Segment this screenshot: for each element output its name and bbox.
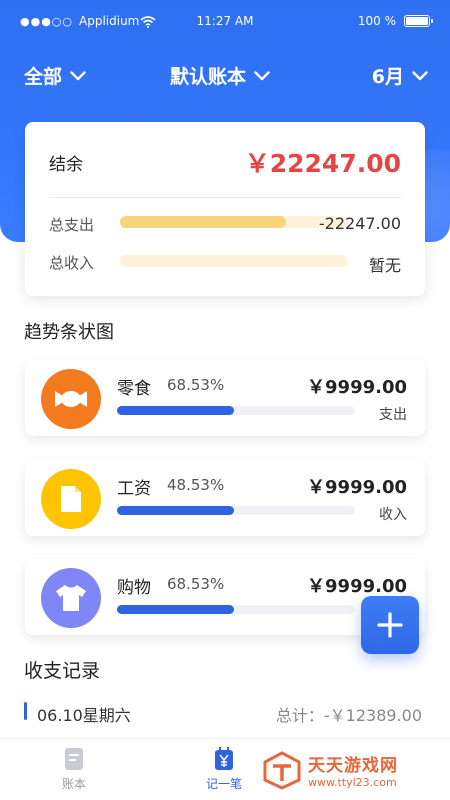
chevron-down-icon [412,70,428,80]
tab-ledger-label: 账本 [61,777,86,791]
category-filter-dropdown[interactable]: 全部 [24,62,86,89]
chevron-down-icon [70,70,86,80]
tab-ledger[interactable]: 账本 [34,747,114,792]
divider [49,197,401,198]
category-progress-fill [117,506,234,515]
total-income-label: 总收入 [49,254,95,272]
balance-value: ￥22247.00 [244,149,401,178]
category-filter-label: 全部 [24,66,63,88]
total-income-value: 暂无 [368,256,401,275]
category-percent: 48.53% [167,476,225,494]
category-name: 零食 [117,379,151,399]
battery-percent: 100 % [357,14,396,28]
watermark-logo-icon [263,751,301,790]
month-dropdown[interactable]: 6月 [372,62,428,89]
total-expense-bar-fill [120,216,287,228]
top-nav: 全部 默认账本 6月 [0,62,450,94]
category-card[interactable]: 工资 48.53% ￥9999.00 收入 [25,460,425,536]
category-name: 购物 [117,578,151,598]
total-expense-value: -22247.00 [318,214,401,233]
candy-icon [41,369,101,429]
category-amount: ￥9999.00 [307,576,407,597]
category-progress-bar [117,605,355,614]
category-percent: 68.53% [167,376,225,394]
watermark-url: www.ttyl23.com [308,776,397,789]
records-title: 收支记录 [24,660,101,682]
account-book-label: 默认账本 [170,66,247,88]
balance-label: 结余 [49,155,83,175]
shirt-icon [41,568,101,628]
status-bar: ●●●○○ Applidium 11:27 AM 100 % [0,14,450,34]
watermark: 天天游戏网 www.ttyl23.com [262,748,442,792]
record-date-row[interactable]: 06.10星期六 总计：-￥12389.00 [0,700,450,725]
record-total: 总计：-￥12389.00 [275,706,422,725]
summary-card: 结余 ￥22247.00 总支出 -22247.00 总收入 暂无 [25,122,425,296]
tab-record-label: 记一笔 [205,777,242,791]
tab-record[interactable]: 记一笔 [184,747,264,792]
total-income-bar [120,255,348,267]
date-marker [24,702,27,720]
category-amount: ￥9999.00 [307,477,407,498]
category-card[interactable]: 零食 68.53% ￥9999.00 支出 [25,360,425,436]
document-icon [41,469,101,529]
category-progress-bar [117,506,355,515]
category-type: 收入 [379,507,407,523]
battery-status: 100 % [357,14,433,28]
total-expense-bar [120,216,348,228]
add-record-button[interactable] [361,596,419,654]
plus-icon [377,612,403,638]
category-percent: 68.53% [167,575,225,593]
category-type: 支出 [379,407,407,423]
ledger-icon [65,748,83,770]
category-progress-fill [117,406,234,415]
record-date: 06.10星期六 [37,706,131,725]
watermark-name: 天天游戏网 [308,756,398,776]
account-book-dropdown[interactable]: 默认账本 [170,62,270,89]
trend-chart-title: 趋势条状图 [24,322,114,343]
total-expense-label: 总支出 [49,216,95,234]
category-name: 工资 [117,479,151,499]
category-amount: ￥9999.00 [307,377,407,398]
battery-icon [404,15,433,27]
category-progress-bar [117,406,355,415]
chevron-down-icon [254,70,270,80]
category-progress-fill [117,605,234,614]
month-label: 6月 [371,66,404,88]
yen-calendar-icon [215,747,233,770]
